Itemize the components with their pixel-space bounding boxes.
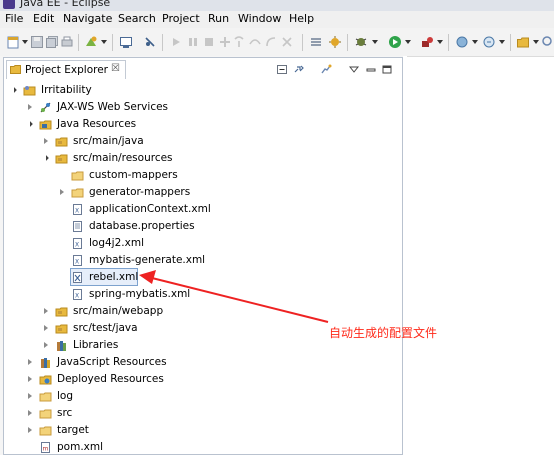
annotation-arrow-icon: [139, 270, 329, 323]
annotation-text: 自动生成的配置文件: [329, 326, 438, 340]
